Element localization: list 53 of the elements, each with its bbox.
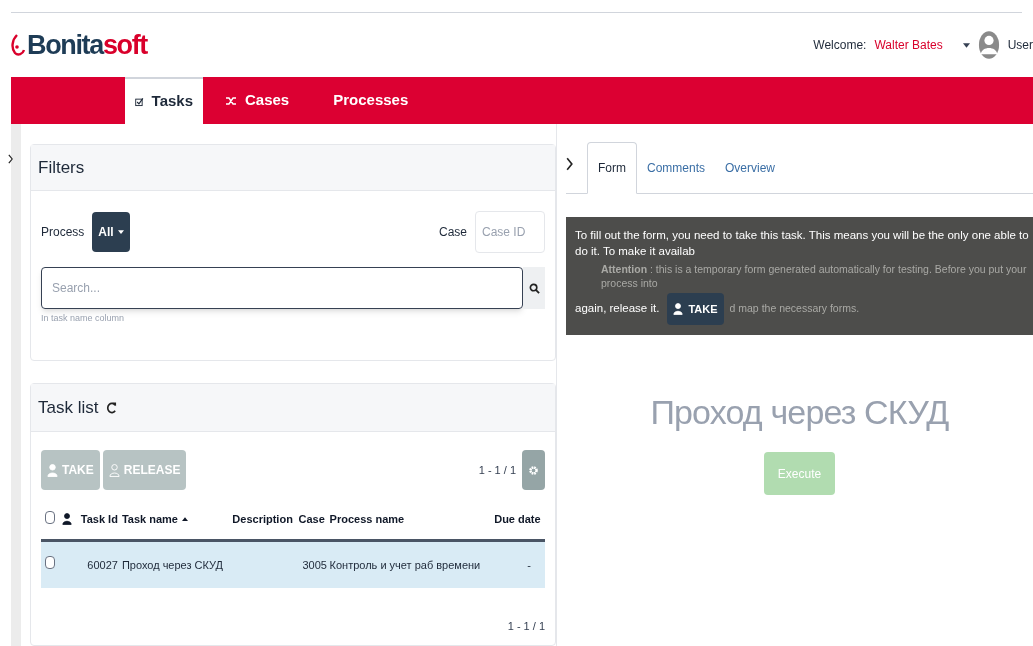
user-icon bbox=[47, 463, 58, 477]
column-header[interactable]: Case bbox=[298, 511, 325, 528]
search-icon bbox=[528, 282, 540, 294]
user-label: User bbox=[1007, 37, 1033, 54]
caret-icon[interactable] bbox=[962, 42, 970, 48]
column-header[interactable]: Description bbox=[232, 511, 293, 528]
avatar-icon[interactable] bbox=[977, 30, 1000, 60]
user-icon bbox=[108, 463, 120, 477]
take-message: again, release it. bbox=[575, 301, 660, 317]
case-id-field[interactable]: Case ID bbox=[475, 211, 545, 253]
table-cell: - bbox=[527, 558, 531, 571]
form-notice: Attention : this is a temporary form generated automatically for testing. Before you put your process into bbox=[601, 262, 1028, 290]
form-title: Проход через СКУД bbox=[650, 392, 949, 433]
sort-ascending-icon bbox=[181, 517, 188, 522]
detail-tab[interactable]: Form bbox=[587, 142, 637, 194]
form-notice-tail: d map the necessary forms. bbox=[729, 301, 860, 317]
table-cell: Контроль и учет раб времени bbox=[329, 558, 481, 571]
detail-tab[interactable]: Comments bbox=[637, 142, 715, 194]
panel-title: Task list bbox=[38, 396, 99, 419]
search-hint: In task name column bbox=[41, 312, 126, 325]
refresh-icon[interactable] bbox=[106, 400, 118, 415]
detail-tab[interactable]: Overview bbox=[715, 142, 786, 194]
table-cell: 3005 bbox=[302, 558, 327, 571]
column-header[interactable]: Task name bbox=[121, 511, 188, 528]
user-name[interactable]: Walter Bates bbox=[874, 36, 943, 54]
caret-icon bbox=[117, 230, 124, 234]
checkbox-icon bbox=[135, 95, 144, 108]
nav-tab[interactable]: Processes bbox=[311, 77, 431, 124]
logo-icon bbox=[11, 33, 25, 57]
table-cell: Проход через СКУД bbox=[121, 558, 223, 571]
table-cell: 60027 bbox=[87, 558, 118, 571]
take-message: To fill out the form, you need to take this task. This means you will be the only one able to do it. To make it availab bbox=[575, 228, 1029, 259]
search-field[interactable]: Search... bbox=[41, 267, 523, 309]
column-header[interactable]: Process name bbox=[329, 511, 405, 528]
process-label: Process bbox=[41, 224, 85, 241]
pagination-info: 1 - 1 / 1 bbox=[478, 462, 516, 478]
nav-tab[interactable]: Cases bbox=[203, 77, 312, 124]
user-icon bbox=[673, 303, 684, 315]
search-button[interactable] bbox=[523, 267, 545, 309]
process-dropdown[interactable]: All bbox=[92, 212, 130, 252]
assignee-icon bbox=[62, 513, 72, 526]
checkbox[interactable] bbox=[45, 556, 55, 569]
welcome-label: Welcome: bbox=[813, 37, 867, 54]
settings-icon bbox=[528, 464, 539, 476]
nav-tab[interactable]: Tasks bbox=[125, 77, 203, 124]
column-header[interactable]: Task Id bbox=[80, 511, 118, 528]
take-button[interactable]: TAKE bbox=[667, 293, 724, 325]
pagination-info: 1 - 1 / 1 bbox=[507, 619, 545, 634]
shuffle-icon bbox=[225, 94, 237, 107]
column-header[interactable]: Due date bbox=[494, 511, 541, 528]
checkbox[interactable] bbox=[45, 510, 55, 524]
panel-title: Filters bbox=[38, 156, 85, 179]
case-label: Case bbox=[439, 224, 467, 241]
